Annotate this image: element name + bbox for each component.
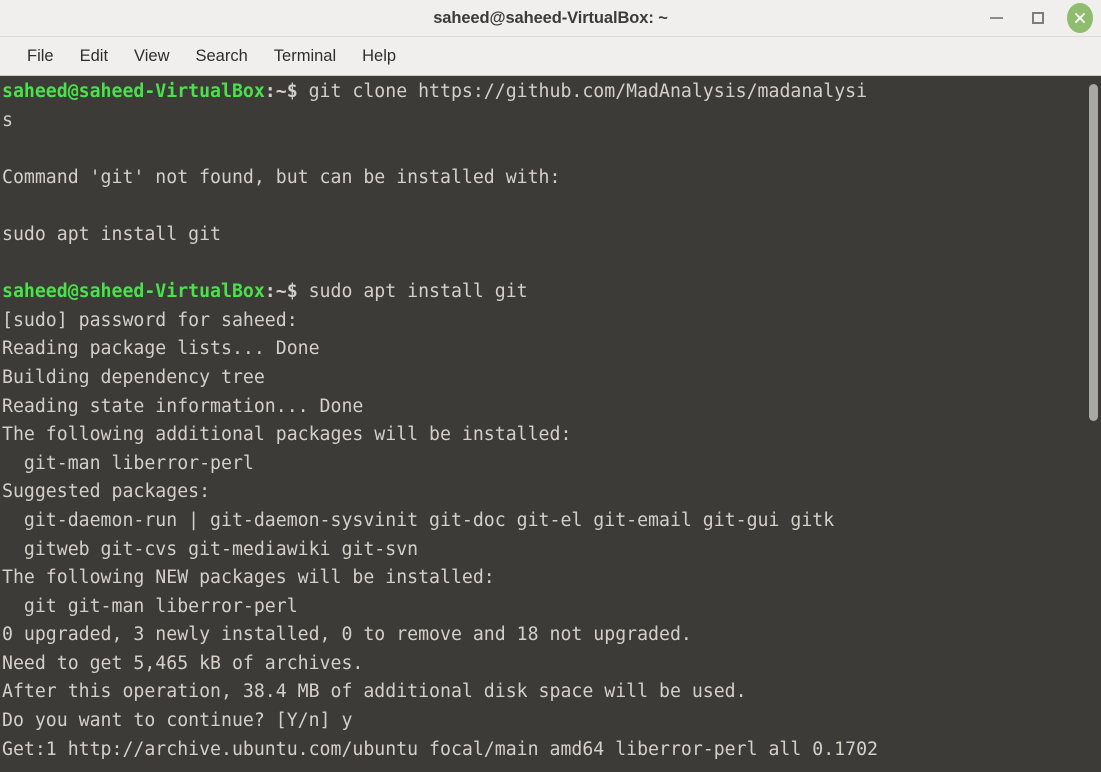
terminal-scrollbar[interactable]: [1086, 76, 1101, 772]
terminal-output-text: gitweb git-cvs git-mediawiki git-svn: [2, 538, 419, 560]
terminal-text: saheed@saheed-VirtualBox:~$ git clone ht…: [0, 78, 1101, 764]
terminal-output-line: git git-man liberror-perl: [2, 593, 1101, 622]
close-icon: [1067, 3, 1093, 33]
terminal-output-text: Do you want to continue? [Y/n] y: [2, 710, 353, 732]
terminal-output-line: The following NEW packages will be insta…: [2, 564, 1101, 593]
terminal-output-line: gitweb git-cvs git-mediawiki git-svn: [2, 536, 1101, 565]
minimize-icon: [989, 17, 1003, 19]
terminal-output-line: Reading state information... Done: [2, 393, 1101, 422]
terminal-output-text: Building dependency tree: [2, 366, 265, 388]
terminal-output-text: Command 'git' not found, but can be inst…: [2, 166, 561, 188]
terminal-output-text: git git-man liberror-perl: [2, 595, 298, 617]
terminal-output-line: The following additional packages will b…: [2, 421, 1101, 450]
terminal-output-text: Get:1 http://archive.ubuntu.com/ubuntu f…: [2, 738, 878, 760]
terminal-output-line: Get:1 http://archive.ubuntu.com/ubuntu f…: [2, 736, 1101, 765]
terminal-output-line: Do you want to continue? [Y/n] y: [2, 707, 1101, 736]
terminal-output-line: s: [2, 107, 1101, 136]
terminal-output-text: Need to get 5,465 kB of archives.: [2, 652, 364, 674]
shell-prompt-userhost: saheed@saheed-VirtualBox: [2, 281, 265, 303]
shell-prompt-path: :~$: [264, 281, 298, 303]
menu-item-terminal[interactable]: Terminal: [261, 44, 349, 69]
terminal-output-line: Reading package lists... Done: [2, 335, 1101, 364]
shell-prompt-userhost: saheed@saheed-VirtualBox: [2, 81, 265, 102]
minimize-button[interactable]: [983, 5, 1009, 31]
terminal-output-text: Suggested packages:: [2, 481, 211, 503]
close-button[interactable]: [1067, 3, 1093, 33]
terminal-output-line: Suggested packages:: [2, 478, 1101, 507]
menu-bar: File Edit View Search Terminal Help: [0, 37, 1101, 76]
menu-item-help[interactable]: Help: [349, 44, 409, 69]
terminal-output-text: 0 upgraded, 3 newly installed, 0 to remo…: [2, 624, 692, 646]
terminal-output-text: Reading package lists... Done: [2, 338, 320, 360]
terminal-window: saheed@saheed-VirtualBox: ~ File Edit Vi…: [0, 0, 1101, 772]
maximize-icon: [1032, 12, 1044, 24]
terminal-output-line: 0 upgraded, 3 newly installed, 0 to remo…: [2, 621, 1101, 650]
menu-item-view[interactable]: View: [121, 44, 182, 69]
terminal-output-text: git-daemon-run | git-daemon-sysvinit git…: [2, 509, 835, 531]
terminal-output-line: Need to get 5,465 kB of archives.: [2, 650, 1101, 679]
menu-item-search[interactable]: Search: [183, 44, 261, 69]
shell-command-text: sudo apt install git: [297, 281, 528, 303]
shell-prompt-path: :~$: [264, 81, 298, 102]
terminal-command-line: saheed@saheed-VirtualBox:~$ sudo apt ins…: [2, 278, 1101, 307]
terminal-output-line: git-man liberror-perl: [2, 450, 1101, 479]
terminal-output-text: The following additional packages will b…: [2, 424, 572, 446]
menu-item-file[interactable]: File: [14, 44, 67, 69]
shell-command-text: git clone https://github.com/MadAnalysis…: [297, 81, 868, 102]
title-bar[interactable]: saheed@saheed-VirtualBox: ~: [0, 0, 1101, 37]
terminal-output-text: [sudo] password for saheed:: [2, 309, 298, 331]
terminal-output-line: After this operation, 38.4 MB of additio…: [2, 678, 1101, 707]
terminal-output-line: git-daemon-run | git-daemon-sysvinit git…: [2, 507, 1101, 536]
terminal-output-text: After this operation, 38.4 MB of additio…: [2, 681, 747, 703]
terminal-output-line: sudo apt install git: [2, 221, 1101, 250]
menu-item-edit[interactable]: Edit: [67, 44, 121, 69]
terminal-command-line: saheed@saheed-VirtualBox:~$ git clone ht…: [2, 78, 1101, 107]
window-title: saheed@saheed-VirtualBox: ~: [433, 8, 668, 27]
terminal-output-text: The following NEW packages will be insta…: [2, 567, 495, 589]
terminal-output-line: [sudo] password for saheed:: [2, 307, 1101, 336]
terminal-output-text: git-man liberror-perl: [2, 452, 254, 474]
terminal-output-line: Command 'git' not found, but can be inst…: [2, 164, 1101, 193]
terminal-output-text: sudo apt install git: [2, 223, 221, 245]
terminal-output-text: s: [2, 109, 13, 131]
terminal-output-text: Reading state information... Done: [2, 395, 364, 417]
window-controls: [983, 0, 1093, 36]
terminal-output-line: Building dependency tree: [2, 364, 1101, 393]
terminal-output-area[interactable]: saheed@saheed-VirtualBox:~$ git clone ht…: [0, 76, 1101, 772]
maximize-button[interactable]: [1025, 5, 1051, 31]
scrollbar-thumb[interactable]: [1089, 84, 1098, 421]
